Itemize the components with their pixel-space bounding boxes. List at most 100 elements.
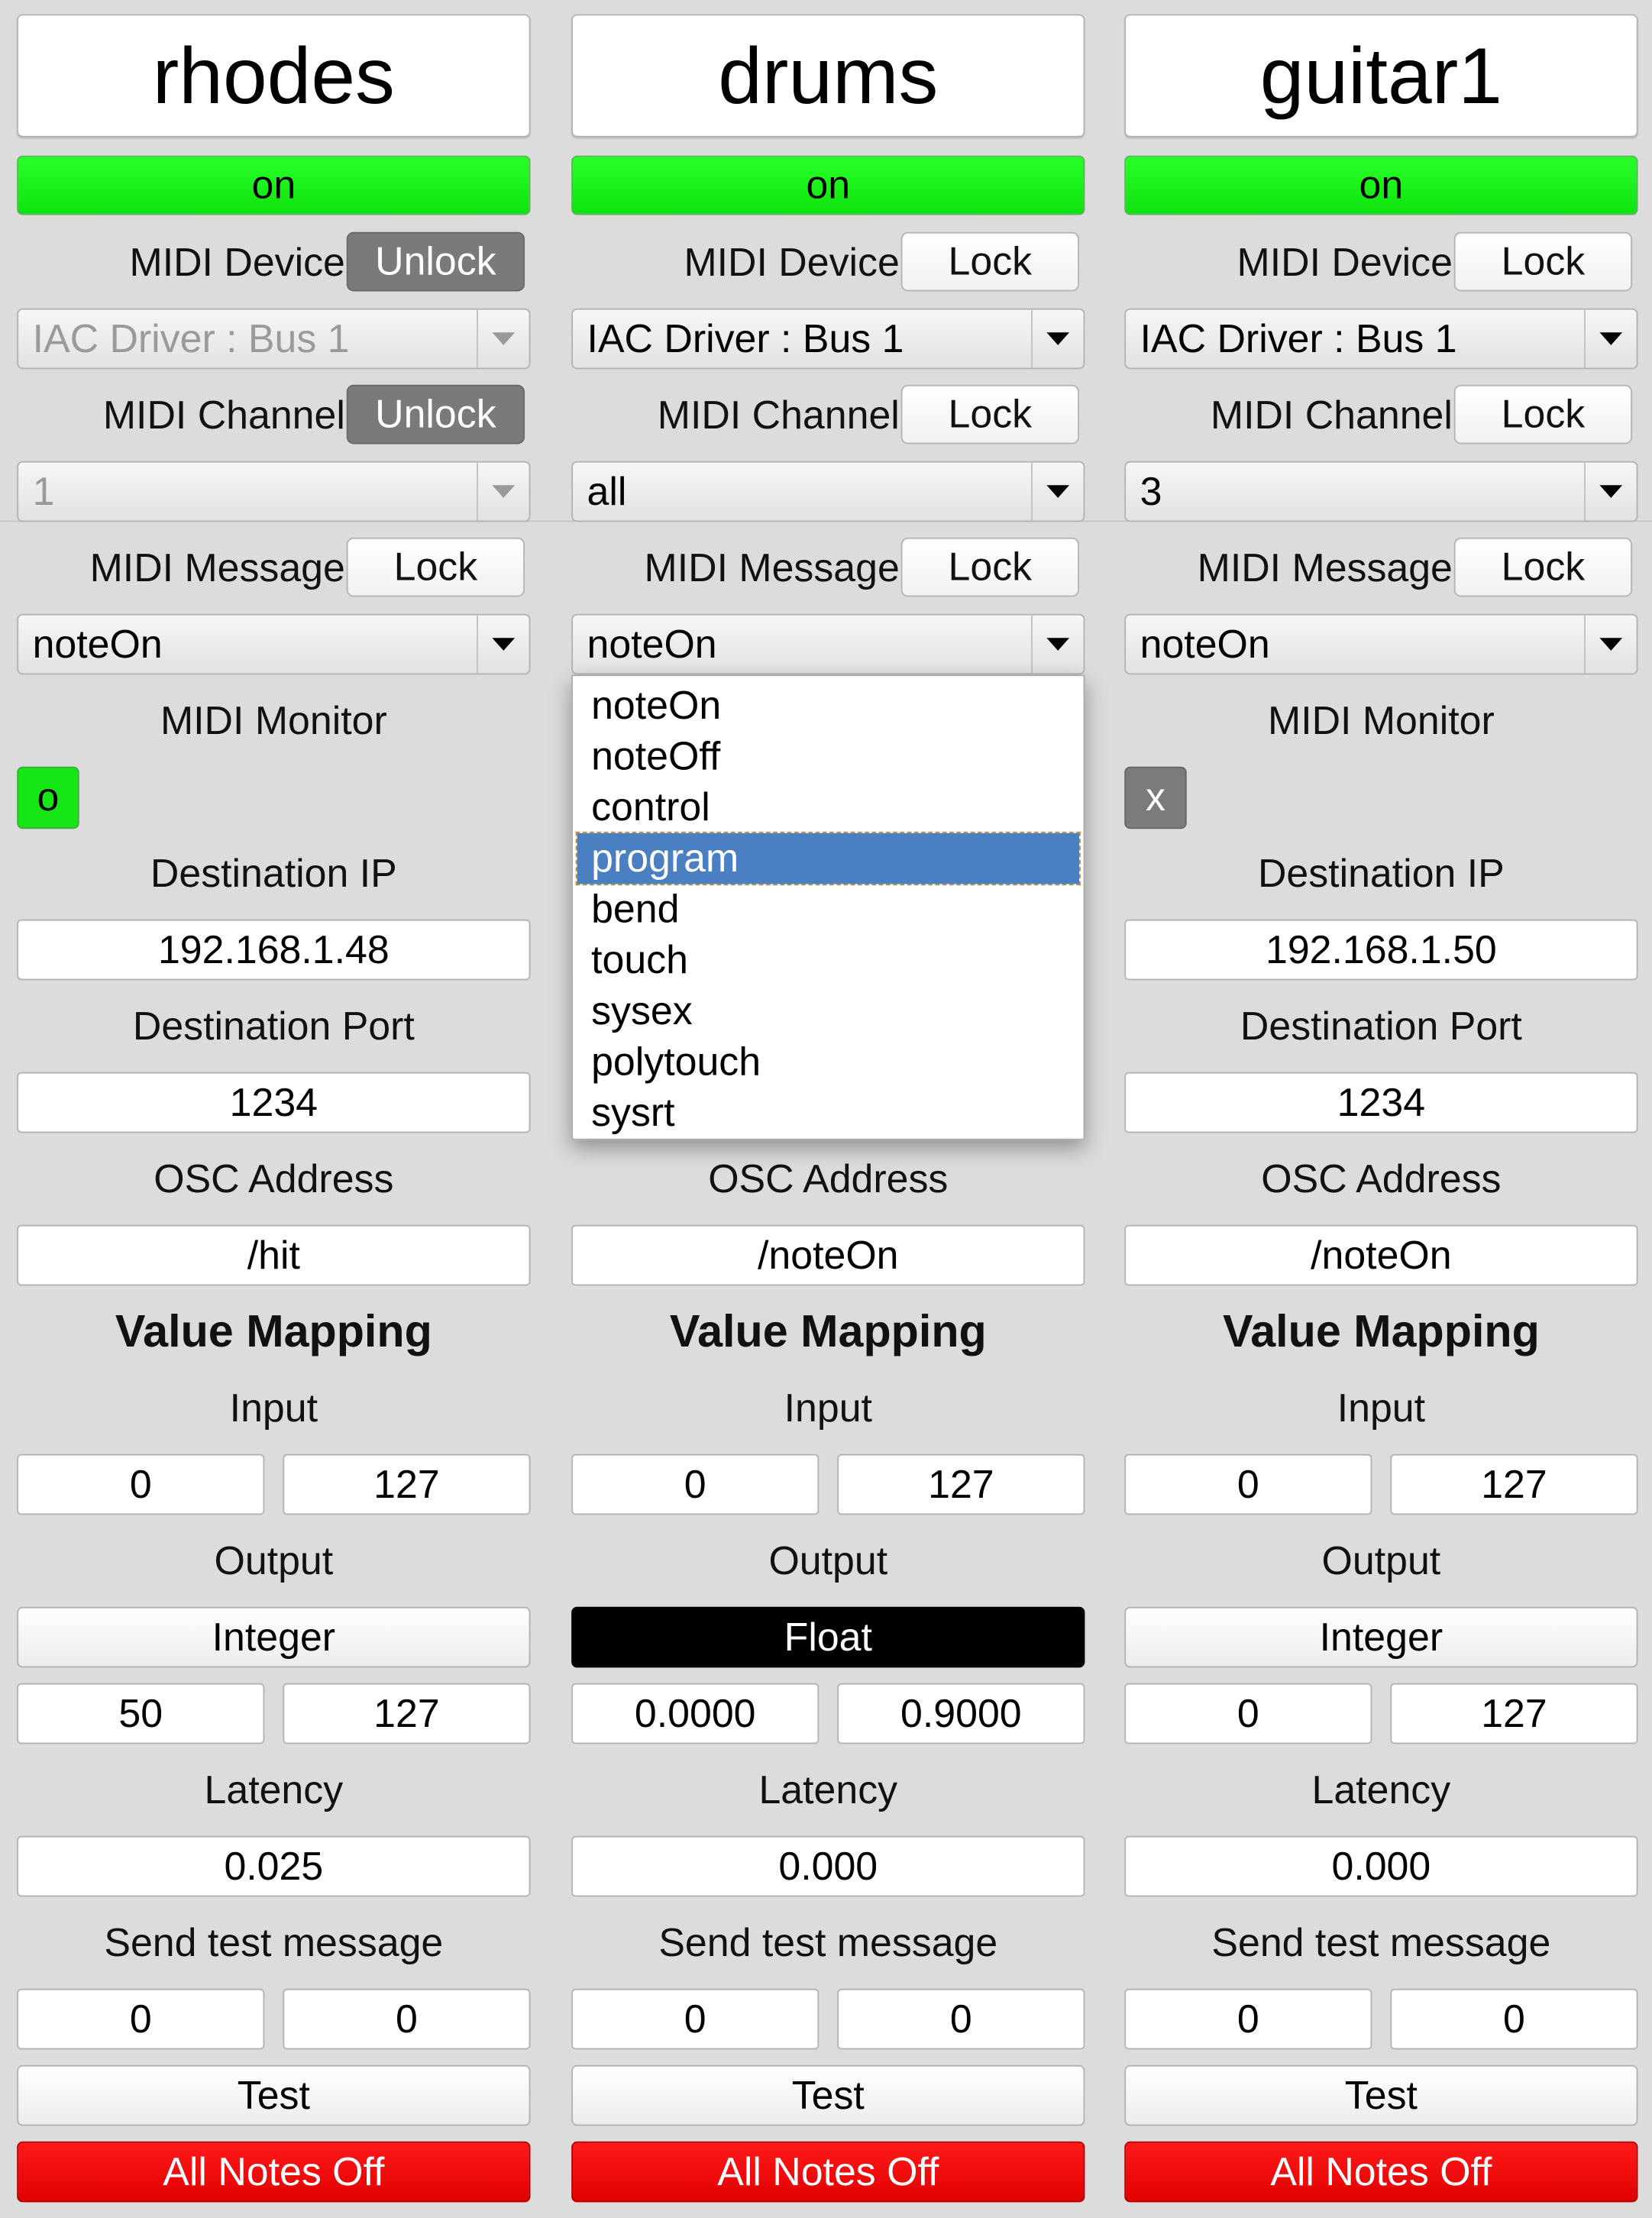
strip-name[interactable]: rhodes [17,14,531,137]
chevron-down-icon[interactable] [477,615,529,674]
output-range-first[interactable]: 0 [1124,1683,1372,1744]
midi-device-lock-button[interactable]: Lock [1453,231,1633,292]
midi-channel-select[interactable]: 3 [1124,461,1638,522]
input-range-first[interactable]: 0 [17,1453,265,1515]
test-message-values-second[interactable]: 0 [837,1988,1085,2050]
midi-device-select[interactable]: IAC Driver : Bus 1 [17,308,531,370]
test-message-values-second[interactable]: 0 [283,1988,531,2050]
midi-message-label: MIDI Message [644,545,900,590]
latency-input[interactable]: 0.000 [571,1835,1085,1897]
midi-channel-label: MIDI Channel [657,392,900,437]
output-range: 50 127 [17,1683,531,1744]
strip-name[interactable]: guitar1 [1124,14,1638,137]
output-range-second[interactable]: 0.9000 [837,1683,1085,1744]
latency-label: Latency [1311,1767,1451,1812]
chevron-down-icon[interactable] [1584,462,1637,521]
midi-message-lock-button[interactable]: Lock [346,537,525,597]
dropdown-option-sysrt[interactable]: sysrt [577,1088,1079,1139]
midi-channel-select[interactable]: 1 [17,461,531,522]
midi-channel-select[interactable]: all [571,461,1085,522]
chevron-down-icon[interactable] [477,462,529,521]
osc-address-input[interactable]: /noteOn [571,1224,1085,1286]
midi-message-select[interactable]: noteOn [571,613,1085,675]
test-message-values-first[interactable]: 0 [17,1988,265,2050]
on-toggle[interactable]: on [17,155,531,215]
midi-message-lock-button[interactable]: Lock [1453,537,1633,597]
chevron-down-icon[interactable] [1584,615,1637,674]
test-button[interactable]: Test [571,2064,1085,2126]
osc-address-input[interactable]: /noteOn [1124,1224,1638,1286]
on-toggle[interactable]: on [1124,155,1638,215]
input-range-first[interactable]: 0 [571,1453,820,1515]
midi-device-row: MIDI Device Unlock [17,231,530,293]
input-range-second[interactable]: 127 [837,1453,1085,1515]
output-range-second[interactable]: 127 [283,1683,531,1744]
midi-device-lock-button[interactable]: Lock [900,231,1079,292]
dropdown-option-program[interactable]: program [575,831,1081,886]
test-message-values-first[interactable]: 0 [571,1988,820,2050]
midi-channel-lock-button[interactable]: Lock [900,384,1079,445]
dropdown-option-sysex[interactable]: sysex [577,986,1079,1037]
chevron-down-icon[interactable] [477,309,529,368]
dropdown-option-noteOn[interactable]: noteOn [577,681,1079,732]
all-notes-off-button[interactable]: All Notes Off [17,2141,531,2203]
chevron-down-icon[interactable] [1031,309,1084,368]
output-range-first[interactable]: 50 [17,1683,265,1744]
channel-strip-guitar1: guitar1 on MIDI Device Lock IAC Driver :… [1124,14,1638,2203]
all-notes-off-button[interactable]: All Notes Off [571,2141,1085,2203]
dropdown-option-control[interactable]: control [577,782,1079,833]
dropdown-option-touch[interactable]: touch [577,935,1079,986]
midi-message-select[interactable]: noteOn [1124,613,1638,675]
latency-input[interactable]: 0.025 [17,1835,531,1897]
input-range: 0 127 [17,1453,531,1515]
midi-device-select[interactable]: IAC Driver : Bus 1 [571,308,1085,370]
dropdown-option-noteOff[interactable]: noteOff [577,731,1079,782]
midi-channel-lock-button[interactable]: Unlock [346,384,525,445]
test-message-values: 0 0 [17,1988,531,2050]
input-range-first[interactable]: 0 [1124,1453,1372,1515]
output-range-first[interactable]: 0.0000 [571,1683,820,1744]
latency-label: Latency [758,1767,898,1812]
output-type-toggle[interactable]: Integer [17,1606,531,1668]
chevron-down-icon[interactable] [1031,615,1084,674]
input-range-second[interactable]: 127 [283,1453,531,1515]
output-type-toggle[interactable]: Integer [1124,1606,1638,1668]
destination-port-input[interactable]: 1234 [17,1072,531,1133]
latency-input[interactable]: 0.000 [1124,1835,1638,1897]
midi-message-select[interactable]: noteOn [17,613,531,675]
chevron-down-icon[interactable] [1031,462,1084,521]
input-label: Input [229,1385,318,1430]
midi-channel-label: MIDI Channel [1210,392,1453,437]
output-range: 0 127 [1124,1683,1638,1744]
output-range: 0.0000 0.9000 [571,1683,1085,1744]
midi-device-select[interactable]: IAC Driver : Bus 1 [1124,308,1638,370]
destination-ip-input[interactable]: 192.168.1.50 [1124,919,1638,981]
on-toggle[interactable]: on [571,155,1085,215]
output-type-toggle[interactable]: Float [571,1606,1085,1668]
midi-monitor: x [1124,766,1637,829]
midi-message-label: MIDI Message [1197,545,1453,590]
all-notes-off-button[interactable]: All Notes Off [1124,2141,1638,2203]
midi-message-dropdown-menu[interactable]: noteOn noteOff control program bend touch syse… [571,674,1085,1140]
midi-channel-select-value: 3 [1140,468,1162,513]
test-button[interactable]: Test [1124,2064,1638,2126]
input-range-second[interactable]: 127 [1390,1453,1638,1515]
dropdown-option-polytouch[interactable]: polytouch [577,1036,1079,1088]
test-message-values-second[interactable]: 0 [1390,1988,1638,2050]
test-message-values-first[interactable]: 0 [1124,1988,1372,2050]
channel-strip-rhodes: rhodes on MIDI Device Unlock IAC Driver … [17,14,531,2203]
output-range-second[interactable]: 127 [1390,1683,1638,1744]
value-mapping-title: Value Mapping [669,1305,987,1356]
strip-name[interactable]: drums [571,14,1085,137]
destination-port-input[interactable]: 1234 [1124,1072,1638,1133]
dropdown-option-bend[interactable]: bend [577,884,1079,935]
test-button[interactable]: Test [17,2064,531,2126]
destination-ip-input[interactable]: 192.168.1.48 [17,919,531,981]
midi-device-lock-button[interactable]: Unlock [346,231,525,292]
osc-address-input[interactable]: /hit [17,1224,531,1286]
midi-device-row: MIDI Device Lock [1124,231,1637,293]
chevron-down-icon[interactable] [1584,309,1637,368]
midi-channel-lock-button[interactable]: Lock [1453,384,1633,445]
channel-strip-drums: drums on MIDI Device Lock IAC Driver : B… [571,14,1085,2203]
midi-message-lock-button[interactable]: Lock [900,537,1079,597]
